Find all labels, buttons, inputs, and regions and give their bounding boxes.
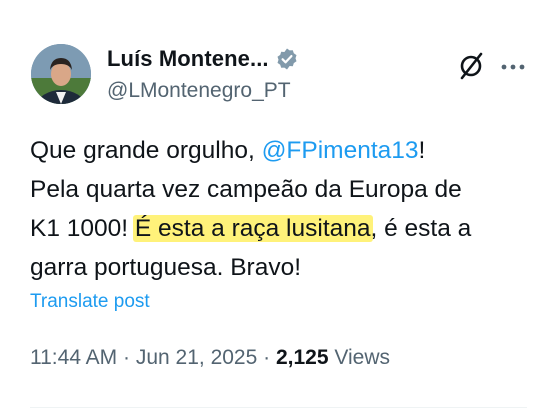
views-count[interactable]: 2,125 xyxy=(276,346,329,369)
name-row: Luís Montene... xyxy=(107,44,299,74)
post-line-1: Que grande orgulho, @FPimenta13! xyxy=(30,131,540,170)
post-text-segment: K1 1000! xyxy=(30,215,135,242)
profile-photo xyxy=(31,44,91,104)
post-line-2: Pela quarta vez campeão da Europa de xyxy=(30,176,462,203)
display-name[interactable]: Luís Montene... xyxy=(107,46,269,72)
post-text: Que grande orgulho, @FPimenta13! Pela qu… xyxy=(30,131,540,287)
highlighted-phrase: É esta a raça lusitana xyxy=(132,215,373,242)
author-block: Luís Montene... @LMontenegro_PT xyxy=(107,44,299,103)
mention-link[interactable]: @FPimenta13 xyxy=(262,137,419,164)
meta-separator: · xyxy=(257,346,276,369)
username-handle[interactable]: @LMontenegro_PT xyxy=(107,79,299,103)
post-text-segment: Que grande orgulho, xyxy=(30,137,262,164)
more-options-icon[interactable] xyxy=(500,58,526,70)
post-text-segment: , é esta a xyxy=(370,215,472,242)
tweet-card: Luís Montene... @LMontenegro_PT Que gran… xyxy=(0,0,557,414)
post-date[interactable]: Jun 21, 2025 xyxy=(136,346,257,369)
translate-post-link[interactable]: Translate post xyxy=(30,291,150,313)
meta-separator: · xyxy=(117,346,136,369)
post-line-4: garra portuguesa. Bravo! xyxy=(30,254,302,281)
post-time[interactable]: 11:44 AM xyxy=(30,346,117,369)
divider xyxy=(30,407,527,408)
post-text-segment: ! xyxy=(418,137,426,164)
post-metadata: 11:44 AM · Jun 21, 2025 · 2,125 Views xyxy=(30,346,390,370)
grok-icon[interactable] xyxy=(456,51,486,81)
avatar[interactable] xyxy=(31,44,91,104)
post-line-3: K1 1000! É esta a raça lusitana, é esta … xyxy=(30,209,540,248)
verified-badge-icon xyxy=(275,47,299,71)
views-label: Views xyxy=(328,346,390,369)
